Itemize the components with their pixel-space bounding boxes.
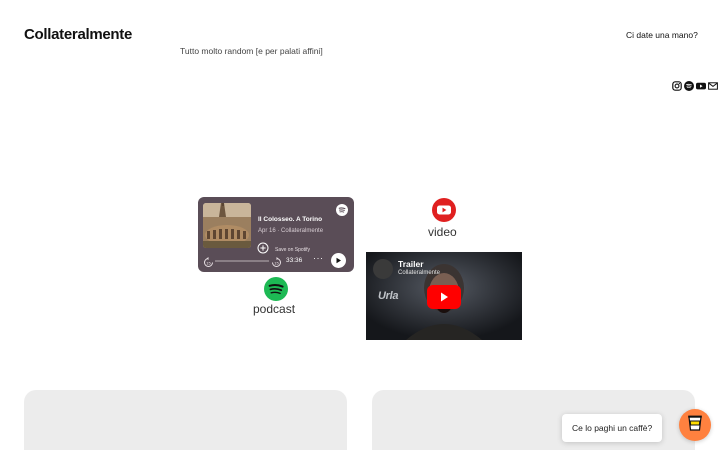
episode-cover [203, 203, 251, 248]
svg-text:15: 15 [274, 261, 279, 266]
youtube-play-button[interactable] [427, 285, 461, 309]
episode-title[interactable]: Il Colosseo. A Torino [258, 216, 322, 223]
forward-15-icon[interactable]: 15 [271, 255, 282, 272]
coffee-cup-icon [687, 414, 703, 437]
buy-coffee-button[interactable] [679, 409, 711, 441]
player-controls: 15 15 33:36 ··· [203, 253, 349, 268]
svg-text:15: 15 [206, 261, 211, 266]
youtube-icon[interactable] [696, 81, 706, 91]
podcast-label: podcast [253, 302, 296, 316]
channel-name[interactable]: Collateralmente [398, 270, 440, 276]
episode-meta: Apr 16 · Collateralmente [258, 228, 324, 234]
instagram-icon[interactable] [672, 81, 682, 91]
email-icon[interactable] [708, 81, 718, 91]
thumbnail-brand-text: Urla [378, 290, 399, 302]
content-card-left [24, 390, 347, 450]
progress-track[interactable] [215, 260, 269, 262]
youtube-embed[interactable]: Trailer Collateralmente Urla [366, 252, 522, 340]
channel-avatar[interactable] [373, 259, 393, 279]
video-title[interactable]: Trailer [398, 259, 424, 269]
site-title[interactable]: Collateralmente [24, 26, 132, 43]
spotify-embed[interactable]: Il Colosseo. A Torino Apr 16 · Collatera… [198, 197, 354, 272]
site-tagline: Tutto molto random [e per palati affini] [180, 46, 323, 56]
more-options-icon[interactable]: ··· [313, 253, 324, 263]
play-button[interactable] [331, 253, 346, 268]
youtube-icon [432, 198, 456, 227]
spotify-icon[interactable] [684, 81, 694, 91]
spotify-logo-icon[interactable] [336, 203, 348, 221]
buy-coffee-tooltip[interactable]: Ce lo paghi un caffè? [562, 414, 663, 442]
social-links [672, 81, 718, 91]
support-link[interactable]: Ci date una mano? [626, 30, 698, 40]
video-label: video [428, 225, 457, 239]
save-label: Save on Spotify [275, 247, 311, 253]
episode-duration: 33:36 [286, 257, 303, 264]
rewind-15-icon[interactable]: 15 [203, 255, 214, 272]
